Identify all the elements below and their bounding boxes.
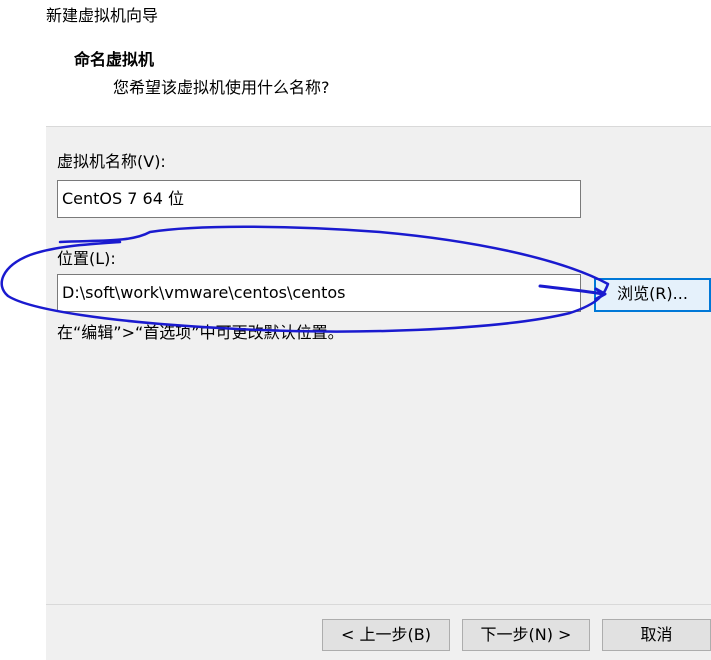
page-title: 命名虚拟机 (74, 50, 155, 69)
window-title: 新建虚拟机向导 (46, 6, 159, 25)
location-hint: 在“编辑”>“首选项”中可更改默认位置。 (57, 323, 344, 342)
browse-button[interactable]: 浏览(R)... (594, 278, 711, 312)
back-button[interactable]: < 上一步(B) (322, 619, 450, 651)
location-input[interactable]: D:\soft\work\vmware\centos\centos (57, 274, 581, 312)
vm-name-input[interactable]: CentOS 7 64 位 (57, 180, 581, 218)
location-label: 位置(L): (57, 249, 116, 268)
page-subtitle: 您希望该虚拟机使用什么名称? (113, 78, 330, 97)
next-button[interactable]: 下一步(N) > (462, 619, 590, 651)
vm-name-label: 虚拟机名称(V): (57, 152, 166, 171)
cancel-button[interactable]: 取消 (602, 619, 711, 651)
wizard-header: 新建虚拟机向导 命名虚拟机 您希望该虚拟机使用什么名称? (0, 0, 711, 126)
